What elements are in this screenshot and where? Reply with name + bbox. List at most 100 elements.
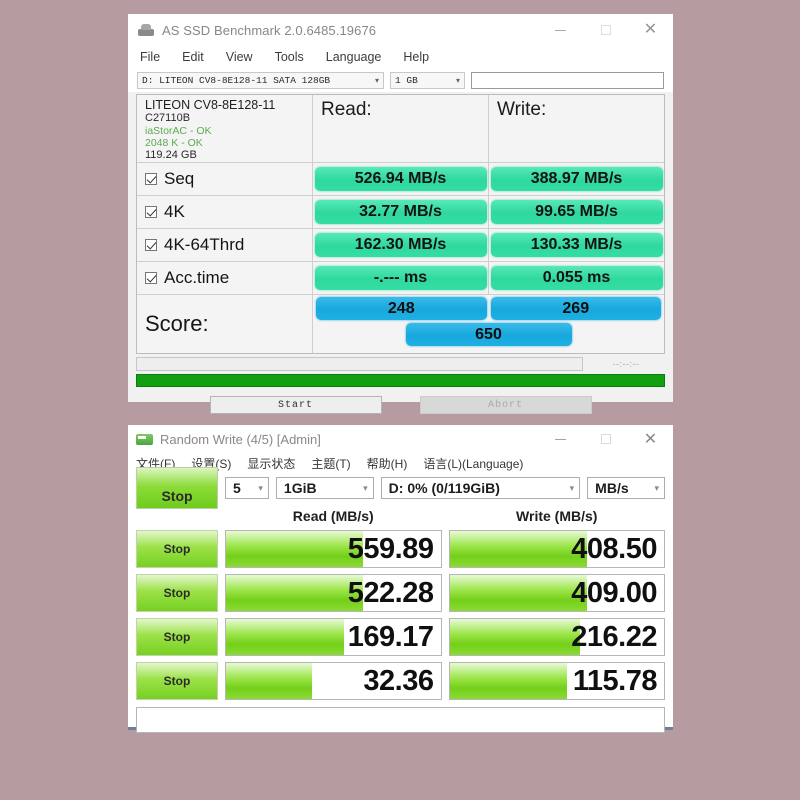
score-read-bar: 248 (316, 297, 487, 320)
stop-button-row-2[interactable]: Stop (136, 574, 218, 612)
drive-select-value: D: LITEON CV8-8E128-11 SATA 128GB (142, 74, 331, 86)
stop-all-button[interactable]: Stop (136, 467, 218, 509)
progress-bar-main (136, 374, 665, 387)
as-ssd-titlebar: AS SSD Benchmark 2.0.6485.19676 ✕ (128, 14, 673, 46)
meter-fill (449, 619, 581, 655)
meter-fill (449, 663, 568, 699)
test-row-label-cell: Seq (137, 163, 313, 195)
checkbox-4k-64thrd[interactable] (145, 239, 157, 251)
cdm-window-title: Random Write (4/5) [Admin] (160, 431, 321, 447)
close-icon[interactable]: ✕ (628, 14, 673, 46)
close-icon[interactable]: ✕ (628, 425, 673, 453)
chevron-down-icon: ▾ (455, 75, 460, 85)
drive-select[interactable]: D: LITEON CV8-8E128-11 SATA 128GB ▾ (137, 71, 384, 89)
result-bar: 0.055 ms (490, 266, 663, 290)
test-row-label-cell: 4K-64Thrd (137, 229, 313, 261)
checkbox-acc-time[interactable] (145, 272, 157, 284)
menu-display-status[interactable]: 显示状态 (247, 455, 295, 472)
start-button[interactable]: Start (209, 396, 382, 414)
table-row: Seq 526.94 MB/s 388.97 MB/s (137, 163, 664, 196)
meter-fill (226, 619, 344, 655)
test-size-select[interactable]: 1 GB ▾ (390, 71, 465, 89)
as-ssd-results-grid: LITEON CV8-8E128-11 C27110B iaStorAC - O… (136, 94, 665, 354)
menu-language[interactable]: Language (326, 50, 382, 64)
read-meter-row-4: 32.36 (225, 662, 442, 700)
score-total-wrap: 650 (313, 323, 664, 346)
drive-icon (138, 23, 154, 37)
progress-bar-secondary (136, 357, 583, 371)
cdm-body: Stop 5 ▾ 1GiB ▾ D: 0% (0/119GiB) ▾ MB/s … (128, 467, 673, 733)
score-write-bar: 269 (490, 297, 661, 320)
menu-help[interactable]: Help (403, 50, 429, 64)
score-total-bar: 650 (405, 323, 572, 346)
maximize-icon[interactable] (583, 14, 628, 46)
cdm-toolbar: Stop 5 ▾ 1GiB ▾ D: 0% (0/119GiB) ▾ MB/s … (136, 467, 665, 509)
test-count-select[interactable]: 5 ▾ (225, 477, 269, 499)
test-size-select[interactable]: 1GiB ▾ (275, 477, 374, 499)
as-ssd-menubar: File Edit View Tools Language Help (128, 46, 673, 68)
stop-button-row-4[interactable]: Stop (136, 662, 218, 700)
test-label: Seq (164, 169, 195, 188)
unit-select[interactable]: MB/s ▾ (587, 477, 665, 499)
menu-edit[interactable]: Edit (182, 50, 204, 64)
menu-language[interactable]: 语言(L)(Language) (423, 455, 523, 472)
test-count-value: 5 (233, 480, 241, 496)
menu-tools[interactable]: Tools (275, 50, 304, 64)
read-value: 559.89 (347, 532, 434, 565)
maximize-icon[interactable] (583, 425, 628, 453)
crystaldiskmark-window: Random Write (4/5) [Admin] ✕ 文件(F) 设置(S)… (128, 425, 673, 733)
as-ssd-benchmark-window: AS SSD Benchmark 2.0.6485.19676 ✕ File E… (128, 14, 673, 414)
chevron-down-icon: ▾ (258, 482, 263, 493)
meter-fill (226, 663, 312, 699)
minimize-icon[interactable] (538, 425, 583, 453)
4k64-read-cell: 162.30 MB/s (313, 229, 489, 261)
test-size-value: 1 GB (395, 74, 418, 86)
write-meter-row-1: 408.50 (448, 530, 665, 568)
stop-button-row-3[interactable]: Stop (136, 618, 218, 656)
column-header-write: Write: (497, 99, 547, 120)
acctime-read-cell: -.--- ms (313, 262, 489, 294)
test-row-label-cell: Acc.time (137, 262, 313, 294)
meter-fill (226, 575, 364, 611)
result-bar: 99.65 MB/s (490, 200, 663, 224)
write-meter-row-4: 115.78 (448, 662, 665, 700)
write-value: 408.50 (571, 532, 657, 565)
abort-button: Abort (419, 396, 592, 414)
device-firmware: C27110B (145, 112, 191, 124)
device-driver-status: iaStorAC - OK (145, 125, 212, 137)
as-ssd-window-title: AS SSD Benchmark 2.0.6485.19676 (162, 22, 377, 38)
write-value: 409.00 (571, 576, 657, 609)
menu-view[interactable]: View (226, 50, 253, 64)
menu-theme[interactable]: 主题(T) (311, 455, 350, 472)
4k-write-cell: 99.65 MB/s (489, 196, 664, 228)
as-ssd-text-field[interactable] (471, 71, 664, 89)
read-value: 32.36 (363, 664, 434, 697)
chevron-down-icon: ▾ (363, 482, 368, 493)
checkbox-4k[interactable] (145, 206, 157, 218)
test-row-label-cell: 4K (137, 196, 313, 228)
result-bar: 32.77 MB/s (314, 200, 487, 224)
read-meter-row-3: 169.17 (225, 618, 442, 656)
result-bar: 162.30 MB/s (314, 233, 487, 257)
minimize-icon[interactable] (538, 14, 583, 46)
meter-fill (226, 531, 364, 567)
eta-label: --:--:-- (612, 359, 640, 369)
menu-file[interactable]: File (140, 50, 160, 64)
chevron-down-icon: ▾ (569, 482, 575, 493)
column-header-write: Write (MB/s) (516, 508, 598, 524)
table-row: Stop 522.28 409.00 (136, 571, 665, 615)
column-header-read: Read: (313, 95, 489, 162)
read-meter-row-1: 559.89 (225, 530, 442, 568)
result-bar: 130.33 MB/s (490, 233, 663, 257)
table-row: Acc.time -.--- ms 0.055 ms (137, 262, 664, 295)
unit-value: MB/s (595, 480, 629, 496)
seq-write-cell: 388.97 MB/s (489, 163, 664, 195)
test-label: 4K (164, 202, 185, 221)
4k64-write-cell: 130.33 MB/s (489, 229, 664, 261)
target-drive-select[interactable]: D: 0% (0/119GiB) ▾ (380, 477, 581, 499)
menu-help[interactable]: 帮助(H) (367, 455, 408, 472)
table-row: 4K-64Thrd 162.30 MB/s 130.33 MB/s (137, 229, 664, 262)
cdm-window-controls: ✕ (538, 425, 673, 453)
checkbox-seq[interactable] (145, 173, 157, 185)
stop-button-row-1[interactable]: Stop (136, 530, 218, 568)
